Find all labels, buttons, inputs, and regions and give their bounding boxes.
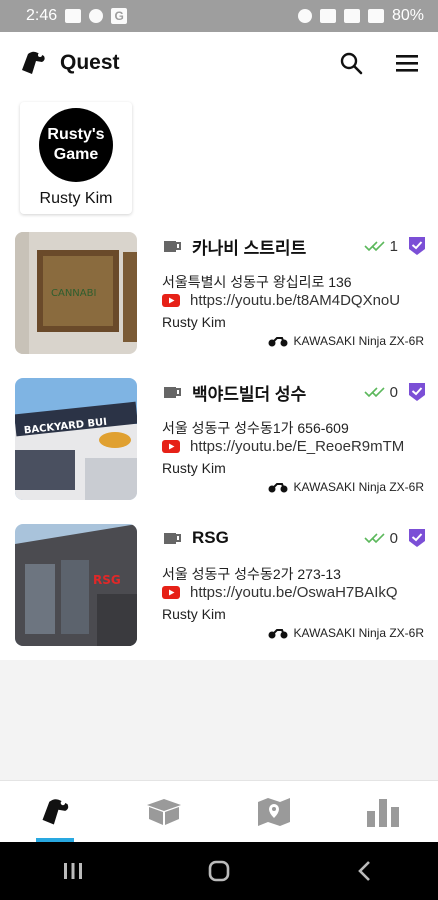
avatar: Rusty's Game (39, 108, 113, 182)
app-title: Quest (60, 51, 120, 74)
author-name: Rusty Kim (162, 606, 226, 622)
list-item[interactable]: CANNABI 카나비 스트리트 1 서울특별시 성동구 왕십리로 136 ht… (0, 220, 438, 366)
place-address: 서울 성동구 성수동2가 273-13 (162, 566, 341, 582)
quest-tab-icon (42, 798, 68, 824)
bike-model: KAWASAKI Ninja ZX-6R (293, 334, 424, 348)
bottom-nav (0, 780, 438, 842)
place-address: 서울특별시 성동구 왕십리로 136 (162, 274, 352, 290)
svg-text:RSG: RSG (93, 573, 121, 587)
map-tab-icon (257, 797, 290, 826)
tab-map[interactable] (219, 781, 329, 842)
double-check-icon (364, 241, 385, 252)
status-time: 2:46 (26, 7, 58, 24)
author-name: Rusty Kim (162, 460, 226, 476)
cafe-icon (164, 533, 181, 544)
status-bar: 2:46 G 80% (0, 0, 438, 32)
place-title: 백야드빌더 성수 (192, 384, 307, 404)
youtube-link[interactable]: https://youtu.be/E_ReoeR9mTM (162, 438, 438, 455)
place-title: RSG (192, 528, 229, 547)
menu-icon[interactable] (394, 50, 420, 76)
recent-apps-button[interactable] (53, 851, 93, 891)
check-count: 1 (389, 237, 398, 255)
bike-model: KAWASAKI Ninja ZX-6R (293, 626, 424, 640)
place-photo: RSG (15, 524, 137, 646)
stats-tab-icon (367, 798, 400, 827)
battery-level: 80% (391, 7, 424, 24)
youtube-icon (162, 294, 180, 307)
profile-name: Rusty Kim (39, 190, 113, 207)
youtube-url: https://youtu.be/t8AM4DQXnoU (190, 292, 401, 309)
g-app-icon: G (111, 8, 128, 24)
chat-icon (89, 9, 104, 23)
avatar-text-line2: Game (53, 146, 99, 163)
app-bar: Quest (0, 32, 438, 94)
double-check-icon (364, 533, 385, 544)
back-icon (358, 861, 370, 881)
youtube-link[interactable]: https://youtu.be/OswaH7BAIkQ (162, 584, 438, 601)
motorcycle-icon (268, 337, 288, 347)
place-photo: CANNABI (15, 232, 137, 354)
alarm-icon (297, 9, 312, 23)
box-tab-icon (147, 798, 182, 825)
place-address: 서울 성동구 성수동1가 656-609 (162, 420, 349, 436)
place-photo: BACKYARD BUI (15, 378, 137, 500)
tab-quest[interactable] (0, 781, 110, 842)
home-button[interactable] (199, 851, 239, 891)
bike-model: KAWASAKI Ninja ZX-6R (293, 480, 424, 494)
motorcycle-icon (268, 483, 288, 493)
youtube-url: https://youtu.be/E_ReoeR9mTM (190, 438, 405, 455)
check-count: 0 (389, 529, 398, 547)
youtube-icon (162, 440, 180, 453)
verified-badge-icon (409, 529, 425, 547)
verified-badge-icon (409, 383, 425, 401)
list-item[interactable]: RSG RSG 0 서울 성동구 성수동2가 273-13 https://yo… (0, 512, 438, 658)
check-count: 0 (389, 383, 398, 401)
double-check-icon (364, 387, 385, 398)
home-icon (208, 860, 230, 882)
profile-strip: Rusty's Game Rusty Kim (0, 94, 438, 220)
quest-logo-icon (22, 51, 45, 74)
avatar-text-line1: Rusty's (47, 126, 105, 143)
quest-list: CANNABI 카나비 스트리트 1 서울특별시 성동구 왕십리로 136 ht… (0, 220, 438, 660)
author-name: Rusty Kim (162, 314, 226, 330)
youtube-link[interactable]: https://youtu.be/t8AM4DQXnoU (162, 292, 438, 309)
mail-icon (65, 9, 82, 23)
wifi-icon (343, 9, 360, 23)
search-icon[interactable] (338, 50, 364, 76)
list-item[interactable]: BACKYARD BUI 백야드빌더 성수 0 서울 성동구 성수동1가 656… (0, 366, 438, 512)
profile-card[interactable]: Rusty's Game Rusty Kim (20, 102, 132, 214)
recent-apps-icon (64, 863, 82, 879)
mute-icon (319, 9, 336, 23)
verified-badge-icon (409, 237, 425, 255)
signal-icon (367, 9, 384, 23)
tab-stats[interactable] (329, 781, 438, 842)
system-nav-bar (0, 842, 438, 900)
tab-box[interactable] (110, 781, 220, 842)
cafe-icon (164, 241, 181, 252)
svg-text:CANNABI: CANNABI (51, 288, 96, 299)
youtube-icon (162, 586, 180, 599)
cafe-icon (164, 387, 181, 398)
motorcycle-icon (268, 629, 288, 639)
youtube-url: https://youtu.be/OswaH7BAIkQ (190, 584, 398, 601)
place-title: 카나비 스트리트 (192, 238, 307, 258)
back-button[interactable] (345, 851, 385, 891)
